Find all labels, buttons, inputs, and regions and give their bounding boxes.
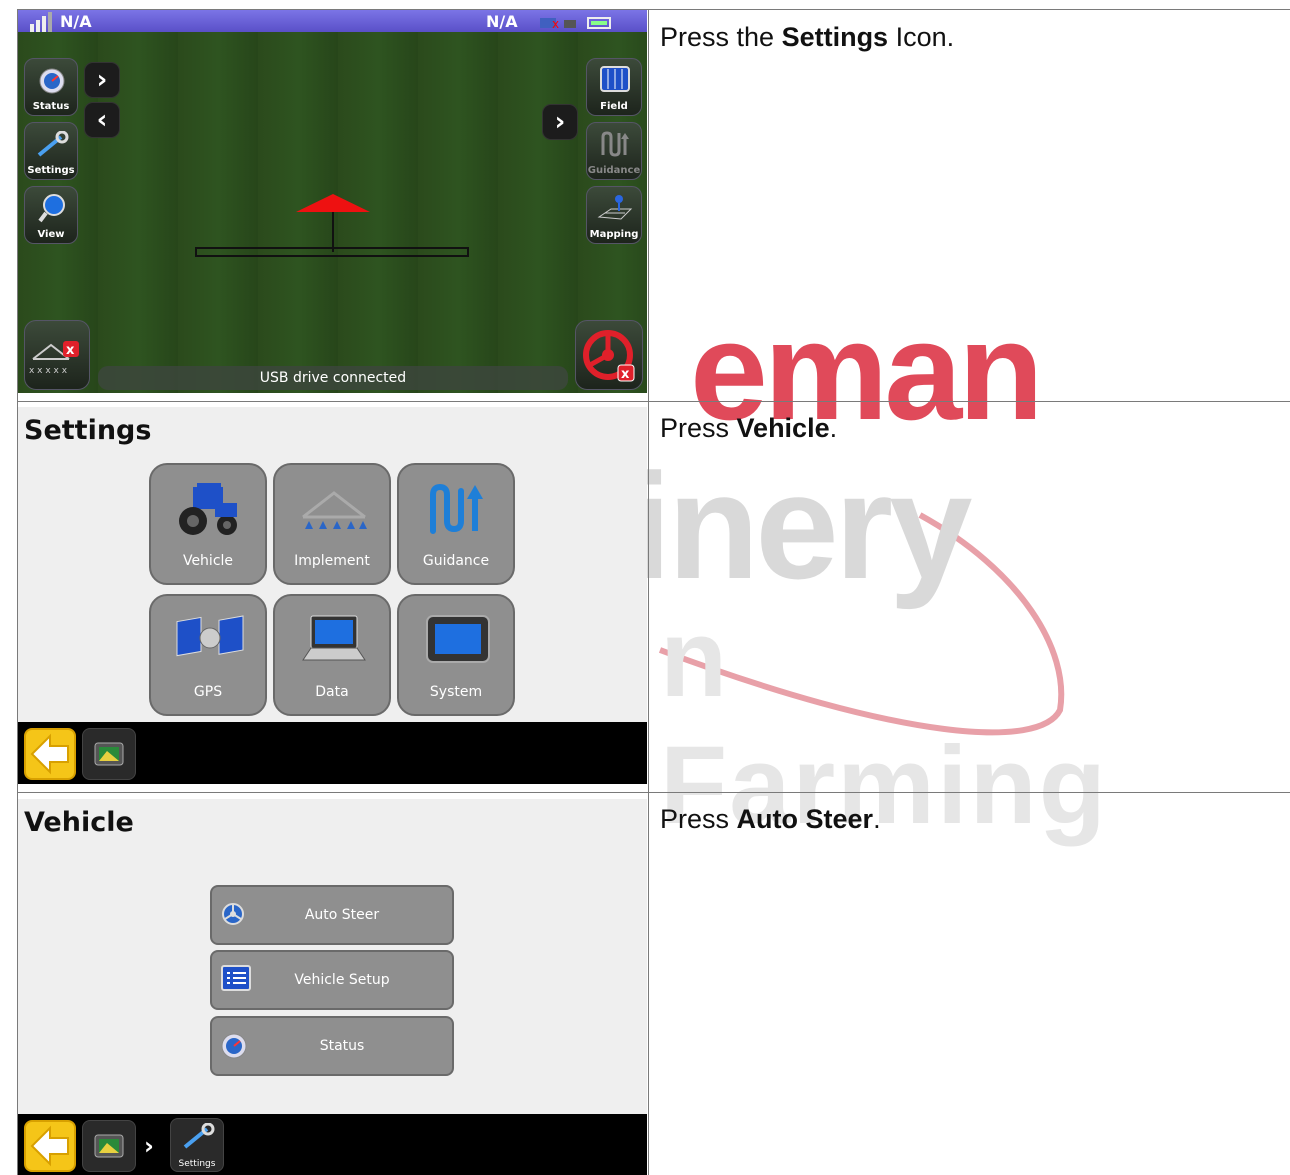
status-button[interactable]: Status: [24, 58, 78, 116]
status-indicator-icons: x: [540, 14, 640, 34]
wrench-icon: [37, 131, 69, 157]
implement-tile-label: Implement: [294, 553, 370, 569]
vehicle-title: Vehicle: [24, 807, 134, 838]
view-button[interactable]: View: [24, 186, 78, 244]
field-icon: [600, 66, 630, 92]
vehicle-arrow-icon: [296, 194, 370, 212]
vehicle-setup-label: Vehicle Setup: [294, 972, 390, 988]
settings-button[interactable]: Settings: [24, 122, 78, 180]
system-tile-label: System: [429, 684, 483, 700]
mapping-icon: [597, 195, 633, 220]
boom-sections-icon: x x x x x x: [29, 341, 79, 376]
section-control-button[interactable]: x x x x x x: [24, 320, 90, 390]
svg-text:x x x x x: x x x x x: [29, 366, 68, 376]
home-screen-button[interactable]: [82, 728, 136, 780]
back-arrow-icon: [30, 733, 69, 775]
implement-tile[interactable]: Implement: [273, 463, 391, 585]
magnifier-icon: [38, 194, 65, 223]
guidance-icon: [430, 483, 483, 534]
guidance-button[interactable]: Guidance: [586, 122, 642, 180]
guidance-icon: [601, 131, 629, 157]
guidance-button-label: Guidance: [587, 165, 641, 176]
breadcrumb-settings-label: Settings: [178, 1159, 216, 1169]
status-button-label: Status: [32, 101, 70, 112]
vehicle-bottom-bar: › Settings: [18, 1114, 647, 1175]
auto-steer-label: Auto Steer: [304, 907, 380, 923]
vehicle-tile-label: Vehicle: [182, 553, 234, 569]
settings-bottom-bar: [18, 722, 647, 784]
tractor-icon: [179, 483, 237, 535]
back-button[interactable]: [24, 1120, 76, 1172]
gauge-icon: [39, 68, 65, 94]
data-tile[interactable]: Data: [273, 594, 391, 716]
table-row-divider-2: [17, 792, 1290, 793]
vehicle-tile[interactable]: Vehicle: [149, 463, 267, 585]
field-button-label: Field: [600, 101, 628, 112]
instruction-row-3: Press Auto Steer.: [660, 804, 881, 834]
mapping-button-label: Mapping: [589, 229, 639, 240]
back-button[interactable]: [24, 728, 76, 780]
svg-text:x: x: [552, 17, 559, 30]
run-screen-screenshot: N/A N/A x Status Settings View › ‹ › Fie…: [18, 10, 647, 393]
top-right-status: N/A: [486, 12, 518, 31]
right-panel-arrow-button[interactable]: ›: [542, 104, 578, 140]
prev-arrow-button[interactable]: ‹: [84, 102, 120, 138]
breadcrumb-settings-button[interactable]: Settings: [170, 1118, 224, 1172]
system-tile[interactable]: System: [397, 594, 515, 716]
status-message-bar: USB drive connected: [98, 366, 568, 390]
gps-signal-icon: [28, 12, 56, 38]
breadcrumb-chevron-icon: ›: [144, 1132, 154, 1160]
autosteer-engage-button[interactable]: x: [575, 320, 643, 390]
top-left-status: N/A: [60, 12, 92, 31]
instruction-row-1: Press the Settings Icon.: [660, 22, 955, 52]
gps-tile-label: GPS: [193, 684, 223, 700]
steering-wheel-icon: x: [583, 330, 635, 382]
field-button[interactable]: Field: [586, 58, 642, 116]
status-menu-label: Status: [319, 1038, 365, 1054]
vehicle-screen-screenshot: Vehicle Auto Steer Vehicle Setup Status …: [18, 799, 647, 1175]
vehicle-setup-button[interactable]: Vehicle Setup: [210, 950, 454, 1010]
list-icon: [221, 965, 251, 991]
wrench-icon: [183, 1123, 215, 1149]
svg-text:x: x: [621, 367, 630, 382]
view-button-label: View: [37, 229, 65, 240]
display-icon: [94, 1134, 124, 1158]
settings-screen-screenshot: Settings Vehicle Implement Guidance GPS …: [18, 407, 647, 784]
guidance-tile[interactable]: Guidance: [397, 463, 515, 585]
status-menu-button[interactable]: Status: [210, 1016, 454, 1076]
vehicle-position-graphic: [195, 194, 469, 257]
steering-wheel-icon: [222, 903, 244, 925]
settings-button-label: Settings: [27, 165, 75, 176]
next-arrow-button[interactable]: ›: [84, 62, 120, 98]
implement-icon: [302, 491, 367, 529]
display-icon: [94, 742, 124, 766]
satellite-icon: [176, 615, 244, 657]
data-tile-label: Data: [315, 684, 349, 700]
gps-tile[interactable]: GPS: [149, 594, 267, 716]
guidance-tile-label: Guidance: [422, 553, 490, 569]
home-screen-button[interactable]: [82, 1120, 136, 1172]
table-row-divider-1: [17, 401, 1290, 402]
table-column-divider: [648, 9, 649, 1175]
mapping-button[interactable]: Mapping: [586, 186, 642, 244]
gauge-icon: [221, 1033, 247, 1059]
laptop-icon: [302, 615, 366, 661]
settings-title: Settings: [24, 415, 152, 446]
auto-steer-button[interactable]: Auto Steer: [210, 885, 454, 945]
back-arrow-icon: [30, 1125, 69, 1167]
instruction-row-2: Press Vehicle.: [660, 413, 838, 443]
svg-text:x: x: [66, 343, 75, 358]
display-icon: [426, 615, 490, 663]
